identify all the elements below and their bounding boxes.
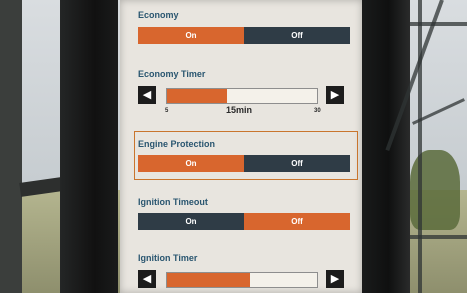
background-cab-edge [0, 0, 22, 293]
ignition-timeout-off-button[interactable]: Off [244, 213, 350, 230]
display-screen: Economy On Off Economy Timer ◀ ▶ 5 15min… [120, 0, 362, 293]
engine-protection-on-button[interactable]: On [138, 155, 244, 172]
ignition-timeout-toggle[interactable]: On Off [138, 213, 350, 230]
economy-off-button[interactable]: Off [244, 27, 350, 44]
engine-protection-toggle[interactable]: On Off [138, 155, 350, 172]
economy-timer-max: 30 [314, 108, 321, 114]
ignition-timer-label: Ignition Timer [138, 253, 198, 263]
economy-timer-value: 15min [226, 105, 253, 115]
bezel-left [60, 0, 118, 293]
economy-timer-decrease-button[interactable]: ◀ [138, 86, 156, 104]
ignition-timer-fill [167, 273, 250, 287]
right-arrow-icon: ▶ [330, 88, 340, 101]
economy-timer-increase-button[interactable]: ▶ [326, 86, 344, 104]
ignition-timer-increase-button[interactable]: ▶ [326, 270, 344, 288]
economy-timer-slider[interactable] [166, 88, 318, 104]
economy-toggle[interactable]: On Off [138, 27, 350, 44]
ignition-timer-slider[interactable] [166, 272, 318, 288]
ignition-timeout-label: Ignition Timeout [138, 197, 208, 207]
left-arrow-icon: ◀ [142, 272, 152, 285]
background-cage [385, 0, 467, 293]
economy-label: Economy [138, 10, 179, 20]
economy-timer-label: Economy Timer [138, 69, 206, 79]
ignition-timeout-on-button[interactable]: On [138, 213, 244, 230]
ignition-timer-decrease-button[interactable]: ◀ [138, 270, 156, 288]
economy-timer-min: 5 [165, 108, 169, 114]
economy-timer-fill [167, 89, 227, 103]
right-arrow-icon: ▶ [330, 272, 340, 285]
engine-protection-off-button[interactable]: Off [244, 155, 350, 172]
engine-protection-label: Engine Protection [138, 139, 216, 149]
economy-on-button[interactable]: On [138, 27, 244, 44]
left-arrow-icon: ◀ [142, 88, 152, 101]
